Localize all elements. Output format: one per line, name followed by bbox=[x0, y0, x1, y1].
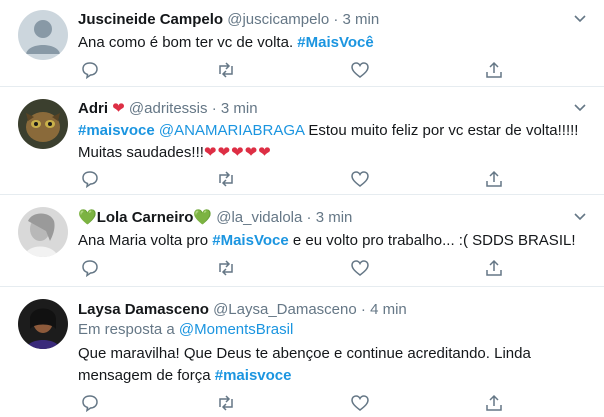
tweet[interactable]: 💚Lola Carneiro💚 @la_vidalola · 3 min Ana… bbox=[0, 195, 604, 287]
tweet-actions bbox=[78, 393, 508, 413]
tweet-actions bbox=[78, 60, 508, 80]
separator: · bbox=[333, 11, 339, 28]
reply-icon[interactable] bbox=[80, 60, 100, 80]
retweet-icon[interactable] bbox=[216, 258, 236, 278]
mention-link[interactable]: @ANAMARIABRAGA bbox=[159, 122, 304, 139]
user-handle[interactable]: @adritessis bbox=[129, 100, 208, 117]
share-icon[interactable] bbox=[484, 258, 504, 278]
timestamp[interactable]: 3 min bbox=[221, 100, 258, 117]
tweet-body: Ana Maria volta pro bbox=[78, 232, 209, 249]
share-icon[interactable] bbox=[484, 60, 504, 80]
avatar[interactable] bbox=[18, 299, 68, 349]
red-heart-emoji-icon: ❤ bbox=[112, 100, 125, 117]
separator: · bbox=[306, 209, 312, 226]
avatar[interactable] bbox=[18, 99, 68, 149]
user-handle[interactable]: @juscicampelo bbox=[227, 11, 329, 28]
separator: · bbox=[211, 100, 217, 117]
tweet-text: Ana Maria volta pro #MaisVoce e eu volto… bbox=[78, 230, 588, 252]
timestamp[interactable]: 4 min bbox=[370, 301, 407, 318]
timestamp[interactable]: 3 min bbox=[343, 11, 380, 28]
tweet-feed: Juscineide Campelo @juscicampelo · 3 min… bbox=[0, 0, 604, 417]
share-icon[interactable] bbox=[484, 393, 504, 413]
tweet-header: Juscineide Campelo @juscicampelo · 3 min bbox=[78, 10, 379, 29]
separator: · bbox=[360, 301, 366, 318]
avatar[interactable] bbox=[18, 207, 68, 257]
red-hearts-emoji-icon: ❤❤❤❤❤ bbox=[203, 144, 272, 161]
reply-icon[interactable] bbox=[80, 258, 100, 278]
avatar-image-icon bbox=[18, 99, 68, 149]
hashtag-link[interactable]: #maisvoce bbox=[215, 367, 292, 384]
reply-mention-link[interactable]: @MomentsBrasil bbox=[179, 321, 293, 338]
hashtag-link[interactable]: #maisvoce bbox=[78, 122, 155, 139]
retweet-icon[interactable] bbox=[216, 169, 236, 189]
tweet-text: Que maravilha! Que Deus te abençoe e con… bbox=[78, 343, 588, 387]
hashtag-link[interactable]: #MaisVoce bbox=[212, 232, 288, 249]
like-icon[interactable] bbox=[350, 60, 370, 80]
reply-label: Em resposta a bbox=[78, 321, 175, 338]
user-handle[interactable]: @la_vidalola bbox=[216, 209, 302, 226]
default-avatar-icon bbox=[18, 10, 68, 60]
like-icon[interactable] bbox=[350, 393, 370, 413]
hashtag-link[interactable]: #MaisVocê bbox=[297, 34, 373, 51]
like-icon[interactable] bbox=[350, 169, 370, 189]
tweet-text: Ana como é bom ter vc de volta. #MaisVoc… bbox=[78, 32, 588, 54]
avatar-image-icon bbox=[18, 207, 68, 257]
tweet-text: #maisvoce @ANAMARIABRAGA Estou muito fel… bbox=[78, 120, 588, 164]
tweet-body-continued: e eu volto pro trabalho... :( SDDS BRASI… bbox=[292, 232, 576, 249]
tweet[interactable]: Laysa Damasceno @Laysa_Damasceno · 4 min… bbox=[0, 287, 604, 417]
tweet-body: Que maravilha! Que Deus te abençoe e con… bbox=[78, 345, 531, 384]
user-handle[interactable]: @Laysa_Damasceno bbox=[213, 301, 357, 318]
share-icon[interactable] bbox=[484, 169, 504, 189]
green-heart-emoji-icon: 💚 bbox=[193, 209, 213, 226]
display-name[interactable]: Juscineide Campelo bbox=[78, 11, 223, 28]
retweet-icon[interactable] bbox=[216, 393, 236, 413]
caret-down-icon[interactable] bbox=[574, 14, 586, 24]
tweet-actions bbox=[78, 258, 508, 278]
caret-down-icon[interactable] bbox=[574, 212, 586, 222]
reply-icon[interactable] bbox=[80, 169, 100, 189]
caret-down-icon[interactable] bbox=[574, 103, 586, 113]
tweet-header: Laysa Damasceno @Laysa_Damasceno · 4 min bbox=[78, 300, 407, 319]
avatar-image-icon bbox=[18, 299, 68, 349]
display-name[interactable]: Adri bbox=[78, 100, 108, 117]
tweet[interactable]: Adri ❤ @adritessis · 3 min #maisvoce @AN… bbox=[0, 87, 604, 195]
tweet-actions bbox=[78, 169, 508, 189]
green-heart-emoji-icon: 💚 bbox=[78, 209, 97, 226]
display-name[interactable]: Lola Carneiro bbox=[97, 209, 194, 226]
tweet-header: 💚Lola Carneiro💚 @la_vidalola · 3 min bbox=[78, 208, 352, 227]
retweet-icon[interactable] bbox=[216, 60, 236, 80]
timestamp[interactable]: 3 min bbox=[316, 209, 353, 226]
reply-context: Em resposta a @MomentsBrasil bbox=[78, 321, 293, 338]
avatar[interactable] bbox=[18, 10, 68, 60]
reply-icon[interactable] bbox=[80, 393, 100, 413]
display-name[interactable]: Laysa Damasceno bbox=[78, 301, 209, 318]
tweet-header: Adri ❤ @adritessis · 3 min bbox=[78, 99, 258, 118]
tweet[interactable]: Juscineide Campelo @juscicampelo · 3 min… bbox=[0, 0, 604, 87]
tweet-body: Ana como é bom ter vc de volta. bbox=[78, 34, 294, 51]
like-icon[interactable] bbox=[350, 258, 370, 278]
